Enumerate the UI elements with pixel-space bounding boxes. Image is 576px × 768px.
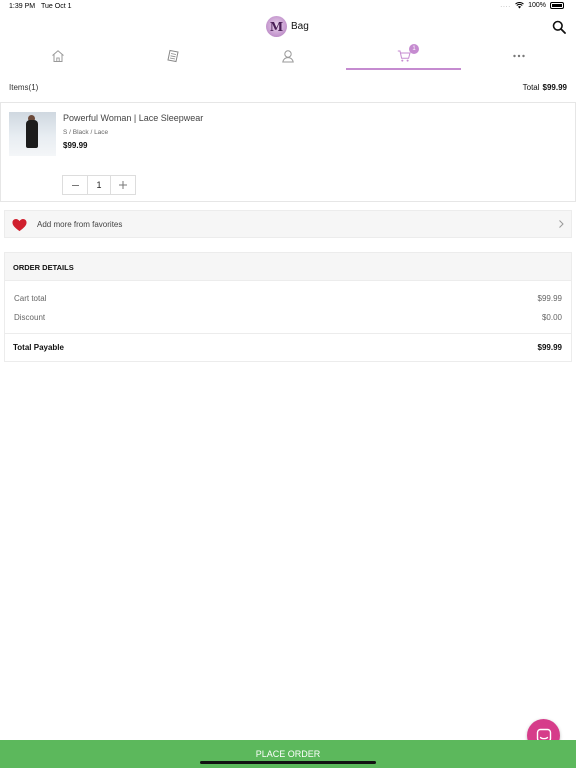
- more-icon: [512, 54, 525, 58]
- status-date: Tue Oct 1: [41, 3, 72, 10]
- favorites-label: Add more from favorites: [37, 220, 123, 229]
- product-name[interactable]: Powerful Woman | Lace Sleepwear: [63, 113, 203, 123]
- active-tab-indicator: [346, 68, 461, 70]
- app-header: M Bag: [0, 14, 576, 40]
- cart-total-row: Cart total $99.99: [5, 292, 571, 306]
- battery-percent: 100%: [528, 2, 546, 9]
- tab-home[interactable]: [0, 42, 115, 70]
- total-label: Total: [522, 83, 540, 92]
- bag-total: Total $99.99: [523, 83, 567, 92]
- tab-catalog[interactable]: [115, 42, 230, 70]
- discount-label: Discount: [14, 313, 46, 322]
- status-time: 1:39 PM: [9, 3, 36, 10]
- product-variant: S / Black / Lace: [63, 129, 109, 136]
- wifi-icon: [515, 2, 524, 9]
- discount-value: $0.00: [541, 313, 562, 322]
- cart-total-value: $99.99: [537, 294, 562, 303]
- order-details-card: ORDER DETAILS Cart total $99.99 Discount…: [4, 252, 572, 362]
- cart-count-badge: 1: [409, 44, 419, 54]
- product-image-figure: [26, 120, 38, 148]
- order-details-header: ORDER DETAILS: [5, 253, 571, 281]
- order-details-title: ORDER DETAILS: [13, 263, 74, 272]
- add-from-favorites[interactable]: Add more from favorites: [4, 210, 572, 238]
- tab-more[interactable]: [461, 42, 576, 70]
- cart-icon: [397, 50, 411, 62]
- product-image[interactable]: [9, 112, 56, 156]
- decrease-quantity-button[interactable]: [63, 176, 87, 194]
- items-summary: Items(1) Total $99.99: [0, 80, 576, 96]
- home-indicator: [200, 761, 376, 764]
- minus-icon: [71, 184, 79, 186]
- battery-icon: [550, 2, 564, 9]
- total-payable-row: Total Payable $99.99: [5, 341, 571, 355]
- total-value: $99.99: [542, 83, 567, 92]
- total-payable-label: Total Payable: [13, 343, 64, 352]
- search-button[interactable]: [552, 20, 566, 34]
- discount-row: Discount $0.00: [5, 311, 571, 325]
- cart-total-label: Cart total: [14, 294, 47, 303]
- tab-account[interactable]: [230, 42, 345, 70]
- cart-item: Powerful Woman | Lace Sleepwear S / Blac…: [0, 102, 576, 202]
- total-payable-value: $99.99: [537, 343, 562, 352]
- status-bar: 1:39 PM Tue Oct 1 .... 100%: [0, 0, 576, 14]
- order-divider: [5, 333, 571, 334]
- home-icon: [51, 50, 64, 62]
- search-icon: [552, 20, 566, 34]
- status-indicators: .... 100%: [500, 2, 564, 9]
- tab-bag[interactable]: 1: [346, 42, 461, 70]
- brand-logo[interactable]: M: [266, 16, 287, 37]
- product-price: $99.99: [63, 141, 88, 150]
- quantity-stepper: 1: [62, 175, 136, 195]
- heart-icon: [12, 219, 27, 232]
- signal-indicator: ....: [500, 2, 512, 9]
- user-icon: [281, 50, 294, 63]
- quantity-value[interactable]: 1: [87, 176, 111, 194]
- increase-quantity-button[interactable]: [111, 176, 135, 194]
- items-count: Items(1): [9, 83, 39, 92]
- chevron-right-icon: [559, 220, 564, 228]
- tab-bar: 1: [0, 42, 576, 70]
- catalog-icon: [166, 49, 179, 63]
- page-title: Bag: [291, 21, 309, 32]
- logo-letter: M: [269, 19, 284, 34]
- plus-icon: [119, 181, 127, 189]
